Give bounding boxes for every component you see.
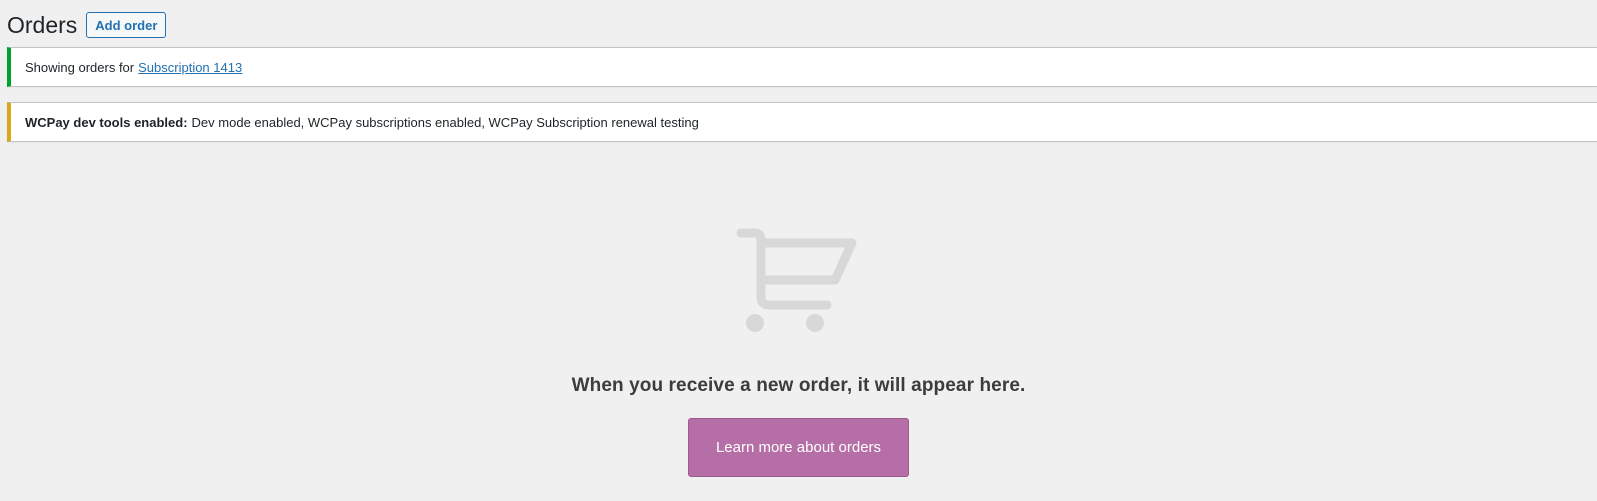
filter-notice: Showing orders for Subscription 1413 <box>7 47 1597 87</box>
page-title: Orders <box>7 11 78 38</box>
devtools-notice-text: Dev mode enabled, WCPay subscriptions en… <box>191 114 699 130</box>
filter-notice-text: Showing orders for <box>25 59 135 75</box>
page-header: Orders Add order <box>7 10 167 40</box>
devtools-notice-label: WCPay dev tools enabled: <box>25 114 188 130</box>
cart-icon <box>736 228 856 332</box>
devtools-notice: WCPay dev tools enabled: Dev mode enable… <box>7 102 1597 142</box>
subscription-link[interactable]: Subscription 1413 <box>138 60 242 75</box>
empty-state-message: When you receive a new order, it will ap… <box>571 375 1026 396</box>
empty-state: When you receive a new order, it will ap… <box>0 225 1597 477</box>
learn-more-button[interactable]: Learn more about orders <box>688 418 909 477</box>
add-order-button[interactable]: Add order <box>86 12 167 38</box>
